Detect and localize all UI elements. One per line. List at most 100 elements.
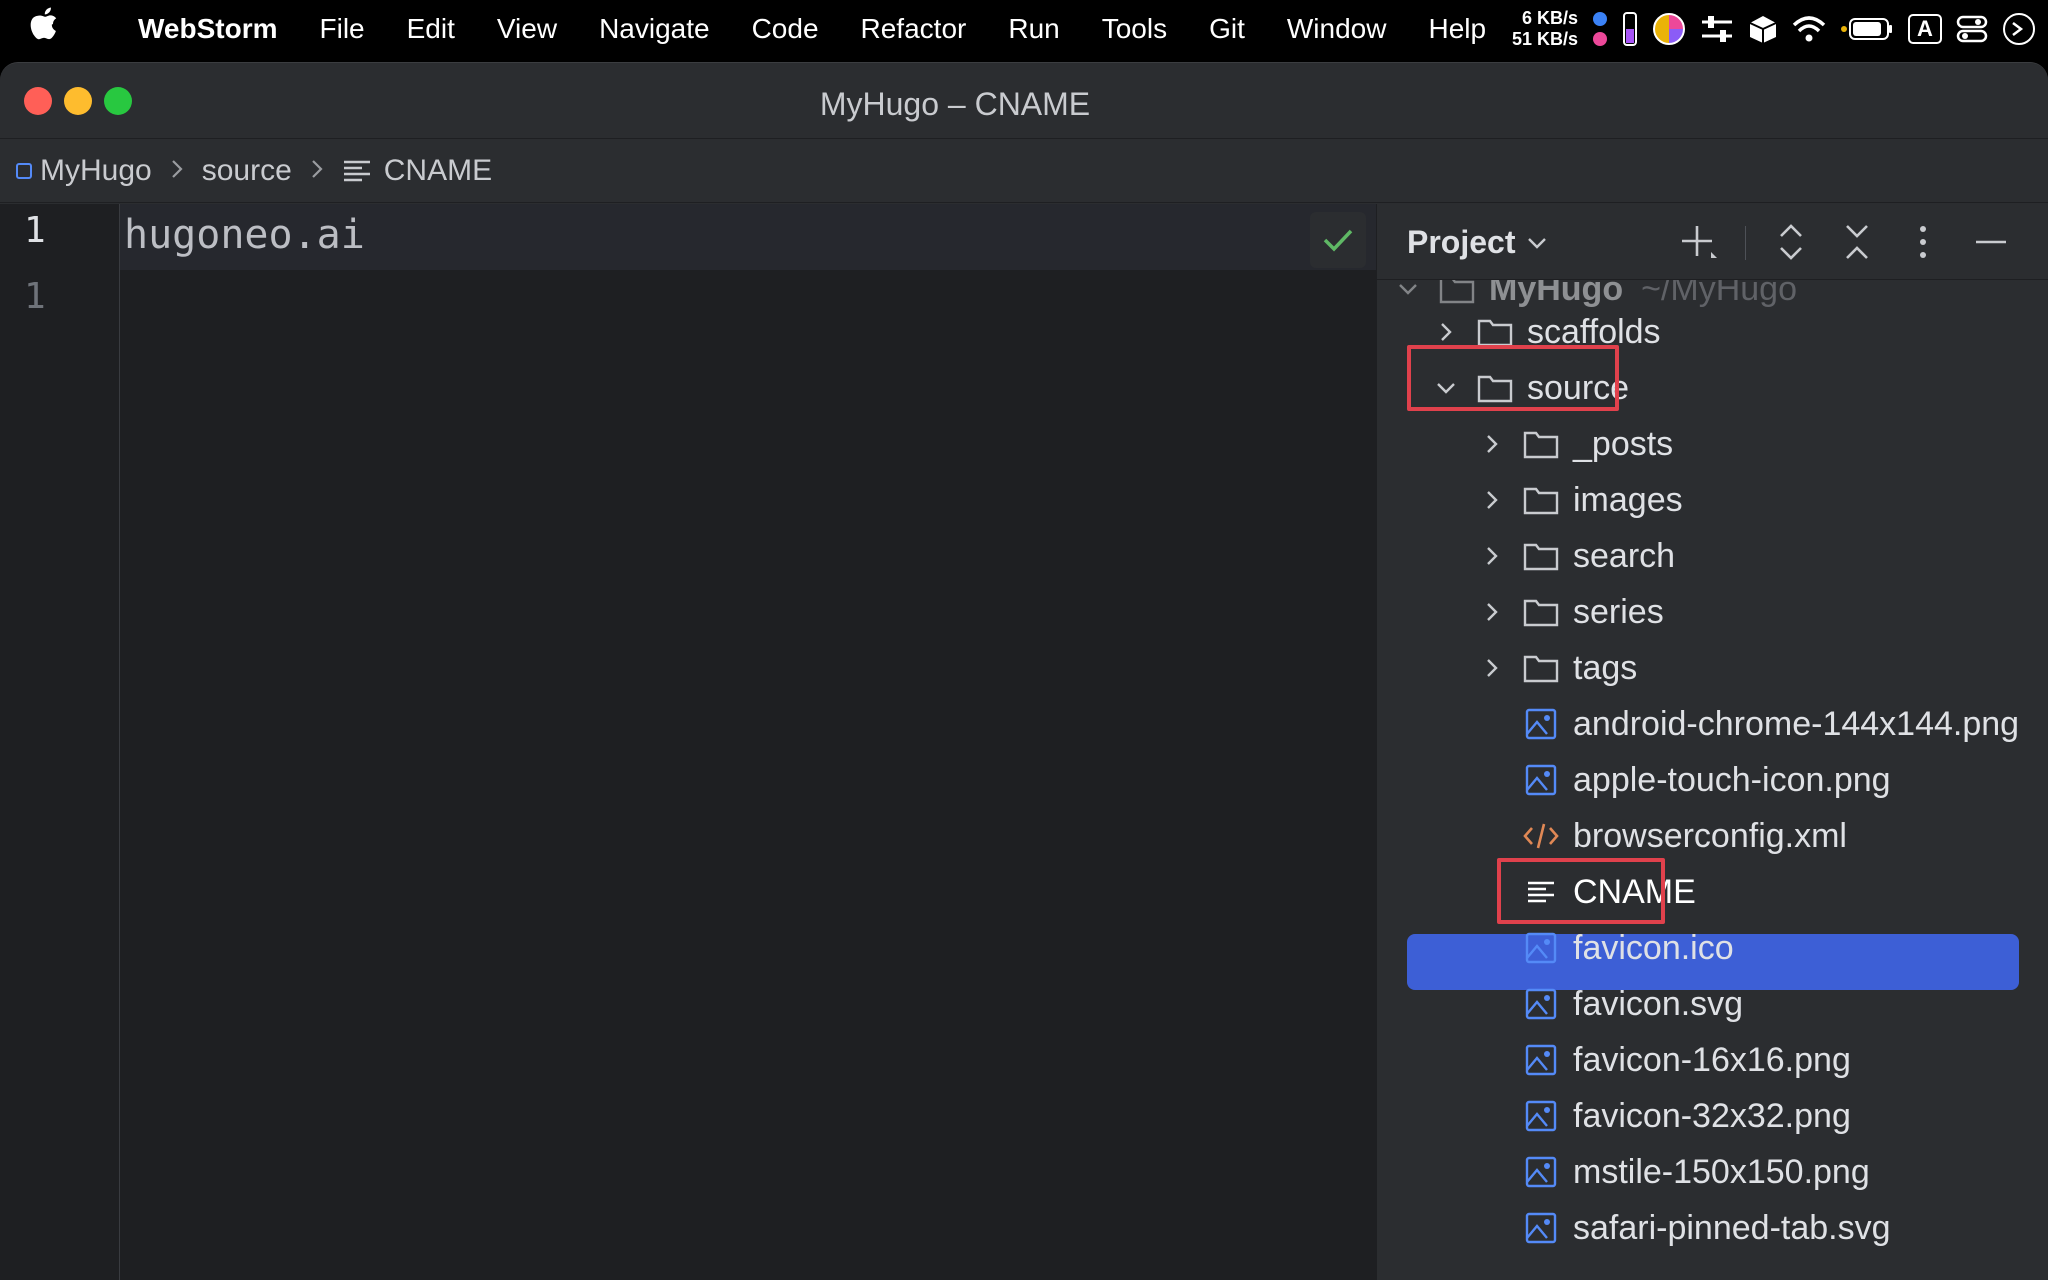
tree-item-label: browserconfig.xml bbox=[1573, 816, 1847, 855]
text-file-icon bbox=[342, 158, 372, 184]
tree-file-favicon-ico[interactable]: favicon.ico bbox=[1521, 920, 2048, 976]
image-file-icon bbox=[1521, 931, 1561, 965]
code-line[interactable]: hugoneo.ai bbox=[124, 212, 365, 258]
highlight-cname-file bbox=[1497, 858, 1665, 924]
inspection-ok-icon[interactable] bbox=[1310, 212, 1366, 268]
menu-run[interactable]: Run bbox=[1008, 0, 1059, 58]
project-panel: Project MyHugo ~/MyHugo scaffolds source… bbox=[1376, 204, 2048, 1280]
tree-item-label: favicon.svg bbox=[1573, 984, 1744, 1023]
breadcrumb-folder[interactable]: source bbox=[202, 154, 292, 188]
tree-folder-search[interactable]: search bbox=[1477, 528, 2048, 584]
tree-file-apple-touch-icon[interactable]: apple-touch-icon.png bbox=[1521, 752, 2048, 808]
breadcrumb: MyHugo source CNAME bbox=[0, 139, 2048, 203]
input-source-label: A bbox=[1908, 14, 1942, 44]
chevron-right-icon bbox=[1477, 541, 1507, 571]
folder-icon bbox=[1521, 651, 1561, 685]
module-icon bbox=[16, 162, 32, 179]
tree-folder-series[interactable]: series bbox=[1477, 584, 2048, 640]
chevron-right-icon bbox=[310, 155, 324, 187]
menu-navigate[interactable]: Navigate bbox=[599, 0, 710, 58]
xml-file-icon bbox=[1521, 819, 1561, 853]
tree-file-mstile[interactable]: mstile-150x150.png bbox=[1521, 1144, 2048, 1200]
tree-item-label: favicon.ico bbox=[1573, 928, 1734, 967]
pie-chart-icon[interactable] bbox=[1652, 12, 1686, 46]
chevron-right-icon bbox=[1477, 429, 1507, 459]
project-title-label: Project bbox=[1407, 224, 1516, 260]
breadcrumb-project-label: MyHugo bbox=[40, 153, 152, 187]
tree-folder-tags[interactable]: tags bbox=[1477, 640, 2048, 696]
menu-help[interactable]: Help bbox=[1428, 0, 1486, 58]
menu-bar: WebStorm File Edit View Navigate Code Re… bbox=[0, 0, 2048, 58]
breadcrumb-project[interactable]: MyHugo bbox=[16, 154, 152, 188]
image-file-icon bbox=[1521, 1043, 1561, 1077]
tree-item-label: series bbox=[1573, 592, 1664, 631]
folder-icon bbox=[1521, 595, 1561, 629]
title-bar[interactable]: MyHugo – CNAME bbox=[0, 63, 2048, 139]
folder-icon bbox=[1521, 427, 1561, 461]
image-file-icon bbox=[1521, 987, 1561, 1021]
menu-app-webstorm[interactable]: WebStorm bbox=[138, 0, 278, 58]
image-file-icon bbox=[1521, 1211, 1561, 1245]
expand-all-icon[interactable] bbox=[1771, 222, 1811, 262]
menu-view[interactable]: View bbox=[497, 0, 557, 58]
more-options-icon[interactable] bbox=[1903, 222, 1943, 262]
apple-icon[interactable] bbox=[30, 0, 80, 58]
tree-item-label: search bbox=[1573, 536, 1676, 575]
battery-vertical-icon[interactable] bbox=[1622, 9, 1638, 49]
cube-icon[interactable] bbox=[1748, 14, 1778, 44]
tree-item-label: tags bbox=[1573, 648, 1638, 687]
breadcrumb-file-label: CNAME bbox=[383, 153, 493, 187]
menu-file[interactable]: File bbox=[320, 0, 365, 58]
menu-refactor[interactable]: Refactor bbox=[861, 0, 967, 58]
battery-icon[interactable] bbox=[1840, 16, 1894, 42]
menu-window[interactable]: Window bbox=[1287, 0, 1387, 58]
menu-code[interactable]: Code bbox=[752, 0, 819, 58]
line-gutter[interactable] bbox=[0, 204, 120, 1280]
sliders-icon[interactable] bbox=[1700, 14, 1734, 44]
code-editor[interactable]: 1 1 hugoneo.ai bbox=[0, 204, 1376, 1280]
add-icon[interactable] bbox=[1679, 222, 1719, 262]
tree-file-favicon-32[interactable]: favicon-32x32.png bbox=[1521, 1088, 2048, 1144]
ide-window: MyHugo – CNAME MyHugo source CNAME 1 1 h… bbox=[0, 62, 2048, 1280]
folder-icon bbox=[1521, 483, 1561, 517]
project-view-selector[interactable]: Project bbox=[1407, 224, 1549, 261]
tree-folder-posts[interactable]: _posts bbox=[1477, 416, 2048, 472]
status-area: 6 KB/s 51 KB/s A bbox=[1512, 0, 2036, 58]
menu-git[interactable]: Git bbox=[1209, 0, 1245, 58]
collapse-all-icon[interactable] bbox=[1837, 222, 1877, 262]
tree-file-browserconfig[interactable]: browserconfig.xml bbox=[1521, 808, 2048, 864]
menu-edit[interactable]: Edit bbox=[407, 0, 455, 58]
tree-file-favicon-svg[interactable]: favicon.svg bbox=[1521, 976, 2048, 1032]
tree-file-android-chrome[interactable]: android-chrome-144x144.png bbox=[1521, 696, 2048, 752]
tree-file-favicon-16[interactable]: favicon-16x16.png bbox=[1521, 1032, 2048, 1088]
folder-icon bbox=[1475, 315, 1515, 349]
net-up-text: 6 KB/s bbox=[1521, 8, 1578, 28]
input-source-icon[interactable]: A bbox=[1908, 14, 1942, 44]
tree-item-label: _posts bbox=[1573, 424, 1674, 463]
chevron-down-icon bbox=[1525, 234, 1549, 252]
wifi-icon[interactable] bbox=[1792, 15, 1826, 43]
menu-tools[interactable]: Tools bbox=[1102, 0, 1167, 58]
network-speed: 6 KB/s 51 KB/s bbox=[1512, 8, 1578, 50]
tree-item-label: apple-touch-icon.png bbox=[1573, 760, 1891, 799]
tree-file-safari-pinned-tab[interactable]: safari-pinned-tab.svg bbox=[1521, 1200, 2048, 1256]
net-down-text: 51 KB/s bbox=[1511, 29, 1578, 49]
tree-item-label: safari-pinned-tab.svg bbox=[1573, 1208, 1891, 1247]
project-tree[interactable]: MyHugo ~/MyHugo scaffolds source _posts bbox=[1377, 204, 2048, 1280]
image-file-icon bbox=[1521, 707, 1561, 741]
hide-panel-icon[interactable] bbox=[1971, 222, 2011, 262]
tree-folder-images[interactable]: images bbox=[1477, 472, 2048, 528]
siri-terminal-icon[interactable] bbox=[2002, 12, 2036, 46]
control-center-icon[interactable] bbox=[1956, 14, 1988, 44]
line-number: 1 bbox=[24, 210, 46, 251]
window-title: MyHugo – CNAME bbox=[819, 86, 1091, 122]
image-file-icon bbox=[1521, 1155, 1561, 1189]
breadcrumb-file[interactable]: CNAME bbox=[342, 154, 492, 188]
highlight-source-folder bbox=[1407, 345, 1619, 411]
tree-item-label: mstile-150x150.png bbox=[1573, 1152, 1870, 1191]
tree-item-label: favicon-32x32.png bbox=[1573, 1096, 1851, 1135]
status-dots-icon[interactable] bbox=[1592, 9, 1608, 49]
image-file-icon bbox=[1521, 763, 1561, 797]
breadcrumb-folder-label: source bbox=[201, 153, 292, 187]
chevron-right-icon bbox=[1477, 597, 1507, 627]
